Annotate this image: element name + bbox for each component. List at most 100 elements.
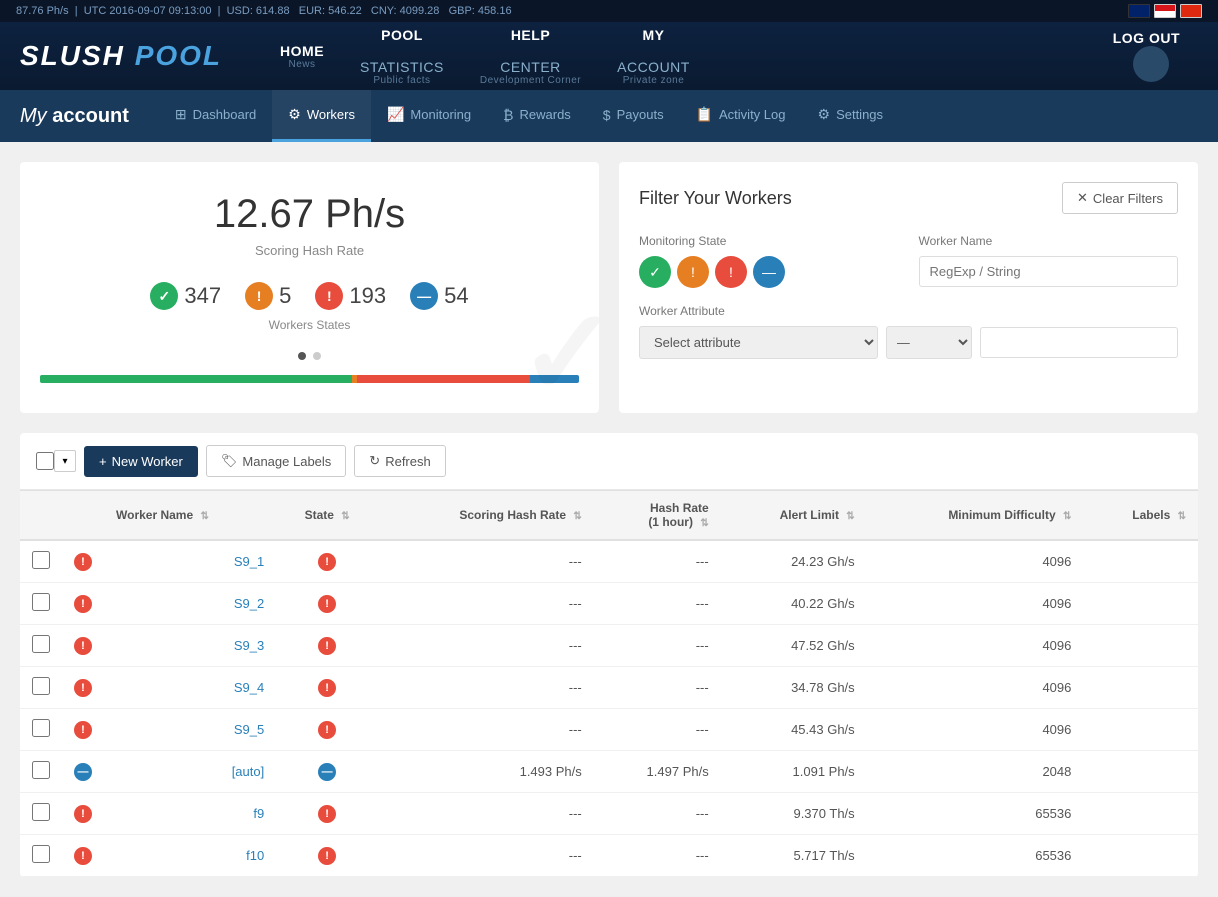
nav-pool-statistics[interactable]: POOL STATISTICS Public facts <box>342 22 462 90</box>
attribute-operator-select[interactable]: — = != > < <box>886 326 972 359</box>
row-checkbox-cell <box>20 793 62 835</box>
row-min-diff-cell: 4096 <box>867 540 1084 583</box>
row-labels-cell <box>1083 793 1198 835</box>
worker-name-filter-label: Worker Name <box>919 234 1179 248</box>
worker-name-link-0[interactable]: S9_1 <box>234 554 264 569</box>
nav-my-account[interactable]: MY ACCOUNT Private zone <box>599 22 708 90</box>
row-state-icon-6: ! <box>318 805 336 823</box>
main-nav: SLUSH POOL HOME News POOL STATISTICS Pub… <box>0 22 1218 90</box>
nav-logout[interactable]: LOG OUT <box>1095 22 1198 90</box>
sub-nav-items: ⊞ Dashboard ⚙ Workers 📈 Monitoring ₿ Rew… <box>159 90 899 142</box>
subnav-activity-log[interactable]: 📋 Activity Log <box>680 90 802 142</box>
select-dropdown-button[interactable]: ▾ <box>54 450 76 472</box>
dot-2[interactable] <box>313 352 321 360</box>
manage-labels-button[interactable]: 🏷 Manage Labels <box>206 445 346 477</box>
flag-cn[interactable] <box>1180 4 1202 18</box>
row-status-cell: ! <box>62 583 104 625</box>
flag-cz[interactable] <box>1154 4 1176 18</box>
worker-name-link-1[interactable]: S9_2 <box>234 596 264 611</box>
worker-name-link-3[interactable]: S9_4 <box>234 680 264 695</box>
status-icon-7: ! <box>74 847 92 865</box>
select-all-checkbox[interactable] <box>36 452 54 470</box>
attribute-select[interactable]: Select attribute <box>639 326 878 359</box>
monitoring-state-red[interactable]: ! <box>715 256 747 288</box>
row-min-diff-cell: 4096 <box>867 625 1084 667</box>
row-checkbox-6[interactable] <box>32 803 50 821</box>
plus-icon: + <box>99 454 107 469</box>
row-min-diff-cell: 4096 <box>867 709 1084 751</box>
col-hash-rate[interactable]: Hash Rate(1 hour) ⇅ <box>594 491 721 541</box>
row-scoring-hr-cell: --- <box>378 625 594 667</box>
col-worker-name[interactable]: Worker Name ⇅ <box>104 491 276 541</box>
refresh-icon: ↻ <box>369 453 380 469</box>
row-checkbox-4[interactable] <box>32 719 50 737</box>
clear-filters-button[interactable]: ✕ Clear Filters <box>1062 182 1178 214</box>
row-min-diff-cell: 4096 <box>867 583 1084 625</box>
row-hash-rate-cell: --- <box>594 583 721 625</box>
row-status-cell: ! <box>62 540 104 583</box>
worker-name-link-7[interactable]: f10 <box>246 848 264 863</box>
workers-toolbar: ▾ + New Worker 🏷 Manage Labels ↻ Refresh <box>20 433 1198 490</box>
refresh-button[interactable]: ↻ Refresh <box>354 445 445 477</box>
row-checkbox-0[interactable] <box>32 551 50 569</box>
row-checkbox-3[interactable] <box>32 677 50 695</box>
row-hash-rate-cell: --- <box>594 540 721 583</box>
row-scoring-hr-cell: --- <box>378 667 594 709</box>
col-min-diff[interactable]: Minimum Difficulty ⇅ <box>867 491 1084 541</box>
row-checkbox-1[interactable] <box>32 593 50 611</box>
row-checkbox-cell <box>20 540 62 583</box>
row-checkbox-7[interactable] <box>32 845 50 863</box>
monitoring-state-label: Monitoring State <box>639 234 899 248</box>
worker-name-link-6[interactable]: f9 <box>253 806 264 821</box>
col-status <box>62 491 104 541</box>
close-icon: ✕ <box>1077 190 1088 206</box>
col-labels[interactable]: Labels ⇅ <box>1083 491 1198 541</box>
col-state[interactable]: State ⇅ <box>276 491 378 541</box>
row-state-cell: ! <box>276 709 378 751</box>
status-icon-0: ! <box>74 553 92 571</box>
row-checkbox-cell <box>20 625 62 667</box>
row-alert-limit-cell: 24.23 Gh/s <box>721 540 867 583</box>
row-worker-name-cell: S9_3 <box>104 625 276 667</box>
subnav-monitoring[interactable]: 📈 Monitoring <box>371 90 487 142</box>
select-all-wrapper: ▾ <box>36 450 76 472</box>
worker-name-input[interactable] <box>919 256 1179 287</box>
monitoring-state-green[interactable]: ✓ <box>639 256 671 288</box>
sort-worker-name: ⇅ <box>200 511 208 522</box>
state-green-icon: ✓ <box>150 282 178 310</box>
monitoring-state-orange[interactable]: ! <box>677 256 709 288</box>
monitoring-state-blue[interactable]: — <box>753 256 785 288</box>
row-worker-name-cell: S9_2 <box>104 583 276 625</box>
row-checkbox-cell <box>20 709 62 751</box>
payouts-icon: $ <box>603 107 611 123</box>
monitoring-state-buttons: ✓ ! ! — <box>639 256 899 288</box>
dashboard-icon: ⊞ <box>175 106 187 123</box>
subnav-payouts[interactable]: $ Payouts <box>587 90 680 142</box>
refresh-label: Refresh <box>385 454 431 469</box>
subnav-dashboard[interactable]: ⊞ Dashboard <box>159 90 272 142</box>
col-scoring-hr[interactable]: Scoring Hash Rate ⇅ <box>378 491 594 541</box>
worker-name-link-4[interactable]: S9_5 <box>234 722 264 737</box>
row-checkbox-5[interactable] <box>32 761 50 779</box>
attribute-value-input[interactable] <box>980 327 1178 358</box>
nav-home[interactable]: HOME News <box>262 22 342 90</box>
state-orange-icon: ! <box>245 282 273 310</box>
worker-name-link-2[interactable]: S9_3 <box>234 638 264 653</box>
row-checkbox-2[interactable] <box>32 635 50 653</box>
dot-1[interactable] <box>298 352 306 360</box>
row-status-cell: ! <box>62 709 104 751</box>
subnav-settings[interactable]: ⚙ Settings <box>802 90 900 142</box>
filter-attribute-group: Worker Attribute Select attribute — = !=… <box>639 304 1178 359</box>
subnav-rewards[interactable]: ₿ Rewards <box>487 90 587 142</box>
worker-states: ✓ 347 ! 5 ! 193 — 54 <box>40 282 579 310</box>
row-scoring-hr-cell: --- <box>378 835 594 877</box>
new-worker-button[interactable]: + New Worker <box>84 446 198 477</box>
nav-help-center[interactable]: HELP CENTER Development Corner <box>462 22 599 90</box>
workers-table: Worker Name ⇅ State ⇅ Scoring Hash Rate … <box>20 490 1198 877</box>
cny-rate: CNY: 4099.28 <box>371 5 440 17</box>
flag-uk[interactable] <box>1128 4 1150 18</box>
col-alert-limit[interactable]: Alert Limit ⇅ <box>721 491 867 541</box>
stats-panel: 12.67 Ph/s Scoring Hash Rate ✓ 347 ! 5 !… <box>20 162 599 413</box>
state-green-item: ✓ 347 <box>150 282 221 310</box>
subnav-workers[interactable]: ⚙ Workers <box>272 90 371 142</box>
